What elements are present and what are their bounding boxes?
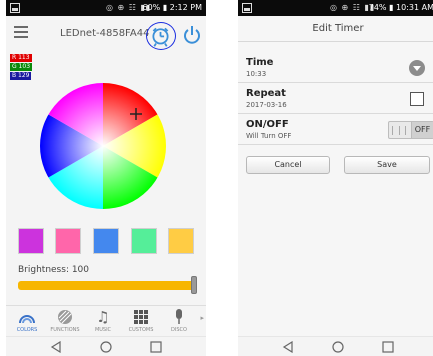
recents-square-icon	[150, 341, 162, 353]
android-nav-bar	[6, 336, 206, 356]
music-note-icon: ♫	[96, 308, 110, 326]
repeat-date: 2017-03-16	[246, 101, 287, 109]
tab-functions[interactable]: FUNCTIONS	[46, 308, 84, 333]
android-nav-bar	[238, 336, 433, 356]
red-value: R 113	[10, 54, 32, 62]
grid-icon	[134, 310, 148, 324]
tab-customs[interactable]: CUSTOMS	[122, 308, 160, 333]
repeat-row[interactable]: Repeat 2017-03-16	[238, 84, 433, 114]
color-control-screen: ◎ ⊕ ☷ ▮▮ 60% ▮ 2:12 PM LEDnet-4858FA44 R…	[6, 0, 206, 356]
swatch-pink[interactable]	[55, 228, 81, 254]
blue-value: B 129	[10, 72, 32, 80]
time-row[interactable]: Time 10:33	[238, 53, 433, 83]
save-button[interactable]: Save	[344, 156, 430, 174]
recents-button[interactable]	[148, 340, 164, 354]
battery-icon: ▮	[162, 3, 168, 12]
microphone-icon	[176, 309, 182, 324]
tab-music[interactable]: ♫ MUSIC	[84, 308, 122, 333]
color-wheel[interactable]	[39, 82, 167, 210]
repeat-checkbox[interactable]	[410, 92, 424, 106]
edit-timer-screen: ◎ ⊕ ☷ ▮▮ 74% ▮ 10:31 AM Edit Timer Time …	[238, 0, 433, 356]
swatch-yellow[interactable]	[168, 228, 194, 254]
onoff-description: Will Turn OFF	[246, 132, 292, 140]
image-notification-icon	[242, 3, 252, 13]
alarm-clock-icon	[152, 27, 169, 47]
back-triangle-icon	[50, 341, 61, 353]
functions-icon	[58, 310, 72, 324]
brightness-slider-thumb[interactable]	[191, 276, 197, 294]
onoff-label: ON/OFF	[246, 119, 289, 130]
power-icon	[184, 26, 200, 44]
home-button[interactable]	[330, 340, 346, 354]
clock: 2:12 PM	[169, 3, 202, 12]
timer-button[interactable]	[146, 22, 176, 50]
status-bar: ◎ ⊕ ☷ ▮▮ 74% ▮ 10:31 AM	[238, 0, 433, 16]
cancel-button[interactable]: Cancel	[246, 156, 330, 174]
brightness-label: Brightness: 100	[18, 265, 90, 275]
menu-icon[interactable]	[14, 26, 28, 38]
status-bar: ◎ ⊕ ☷ ▮▮ 60% ▮ 2:12 PM	[6, 0, 206, 16]
green-value: G 103	[10, 63, 33, 71]
home-button[interactable]	[98, 340, 114, 354]
back-button[interactable]	[48, 340, 64, 354]
toggle-grip-icon	[392, 126, 406, 135]
swatch-purple[interactable]	[18, 228, 44, 254]
dropdown-icon[interactable]	[409, 60, 425, 76]
rainbow-icon	[19, 315, 35, 324]
battery-percent: 74%	[368, 3, 387, 12]
onoff-toggle[interactable]: OFF	[388, 121, 433, 139]
device-name: LEDnet-4858FA44	[60, 28, 150, 39]
image-notification-icon	[10, 3, 20, 13]
toggle-state: OFF	[411, 122, 433, 138]
recents-button[interactable]	[380, 340, 396, 354]
home-circle-icon	[100, 341, 112, 353]
battery-icon: ▮	[389, 3, 394, 12]
power-button[interactable]	[182, 24, 202, 46]
clock: 10:31 AM	[396, 3, 433, 12]
brightness-slider[interactable]	[18, 281, 196, 290]
back-triangle-icon	[282, 341, 293, 353]
swatch-green[interactable]	[131, 228, 157, 254]
page-title: Edit Timer	[238, 16, 433, 42]
preset-swatches	[18, 228, 196, 254]
onoff-row[interactable]: ON/OFF Will Turn OFF OFF	[238, 115, 433, 145]
tab-disco[interactable]: DISCO	[160, 308, 198, 333]
tab-colors[interactable]: COLORS	[8, 308, 46, 333]
back-button[interactable]	[280, 340, 296, 354]
swatch-blue[interactable]	[93, 228, 119, 254]
home-circle-icon	[332, 341, 344, 353]
recents-square-icon	[382, 341, 394, 353]
bottom-tab-bar: COLORS FUNCTIONS ♫ MUSIC CUSTOMS DISCO ▸	[6, 305, 206, 337]
tabs-scroll-right-icon[interactable]: ▸	[200, 314, 204, 322]
time-value: 10:33	[246, 70, 267, 78]
repeat-label: Repeat	[246, 88, 286, 99]
time-label: Time	[246, 57, 274, 68]
battery-percent: 60%	[142, 3, 161, 12]
